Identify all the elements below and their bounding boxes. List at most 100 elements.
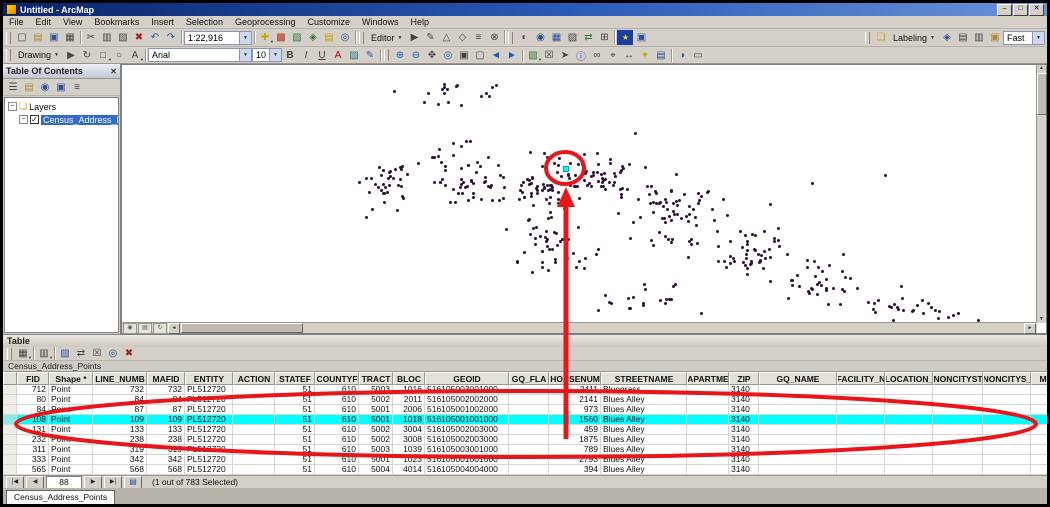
table-row[interactable]: 565Point568568PL512720516105004401451610…: [3, 465, 1047, 475]
cell[interactable]: 2793: [549, 455, 601, 465]
cell[interactable]: Point: [49, 425, 93, 435]
model-builder-icon[interactable]: ◈: [305, 30, 321, 45]
table-tab-census-address-points[interactable]: Census_Address_Points: [6, 490, 115, 505]
cell[interactable]: [885, 385, 933, 395]
table-row[interactable]: 232Point238238PL512720516105002300851610…: [3, 435, 1047, 445]
go-to-xy-icon[interactable]: ⌖: [605, 48, 621, 63]
circle-tool-icon[interactable]: ○: [111, 48, 127, 63]
menu-geoprocessing[interactable]: Geoprocessing: [229, 17, 302, 27]
list-by-selection-icon[interactable]: ▣: [53, 80, 69, 95]
cell[interactable]: [687, 435, 729, 445]
cell[interactable]: 238: [93, 435, 147, 445]
georeferencing-icon[interactable]: ⊞: [596, 30, 612, 45]
cell[interactable]: 610: [315, 425, 359, 435]
row-selector[interactable]: [3, 405, 17, 415]
last-record-button[interactable]: ▶|: [104, 476, 122, 489]
cell[interactable]: [759, 415, 837, 425]
cell[interactable]: 3140: [729, 425, 759, 435]
collapse-icon[interactable]: −: [8, 102, 17, 111]
cell[interactable]: [509, 415, 549, 425]
time-slider-icon[interactable]: ◑: [674, 48, 690, 63]
map-area[interactable]: ▲ ▼ ◉▤↻ ◄ ►: [121, 64, 1047, 334]
cell[interactable]: [837, 385, 885, 395]
cell[interactable]: 1016: [393, 385, 425, 395]
cell[interactable]: [885, 435, 933, 445]
cell[interactable]: 108: [17, 415, 49, 425]
cell[interactable]: Point: [49, 385, 93, 395]
cell[interactable]: Point: [49, 445, 93, 455]
cell[interactable]: 1875: [549, 435, 601, 445]
cell[interactable]: 3140: [729, 435, 759, 445]
viewer-window-icon[interactable]: ▭: [690, 48, 706, 63]
cell[interactable]: PL512720: [185, 395, 233, 405]
row-selector[interactable]: [3, 395, 17, 405]
column-header-facility-n[interactable]: FACILITY_N: [837, 372, 885, 385]
cell[interactable]: [983, 435, 1031, 445]
cell[interactable]: 51: [275, 465, 315, 475]
cell[interactable]: 516105003001000: [425, 445, 509, 455]
census-tool-icon[interactable]: ★: [617, 30, 633, 45]
cell[interactable]: 84: [17, 405, 49, 415]
open-map-icon[interactable]: ▤: [30, 30, 46, 45]
cell[interactable]: 1560: [549, 415, 601, 425]
cell[interactable]: [885, 425, 933, 435]
cell[interactable]: [983, 455, 1031, 465]
cell[interactable]: 516105001001000: [425, 455, 509, 465]
html-popup-icon[interactable]: ▤: [653, 48, 669, 63]
add-data-icon[interactable]: ✚▼: [257, 30, 273, 45]
column-header-shape-[interactable]: Shape *: [49, 372, 93, 385]
cell[interactable]: [933, 385, 983, 395]
layer-visibility-checkbox[interactable]: ✓: [30, 115, 39, 124]
cell[interactable]: [509, 455, 549, 465]
cell[interactable]: 51: [275, 445, 315, 455]
cell[interactable]: [837, 465, 885, 475]
cell[interactable]: PL512720: [185, 465, 233, 475]
cell[interactable]: [233, 435, 275, 445]
cell[interactable]: 232: [17, 435, 49, 445]
italic-button[interactable]: I: [298, 48, 314, 63]
cell[interactable]: [837, 435, 885, 445]
select-features-icon[interactable]: ▧▼: [525, 48, 541, 63]
toolbar-grip[interactable]: [6, 49, 11, 61]
pan-icon[interactable]: ✥: [424, 48, 440, 63]
cell[interactable]: [1031, 385, 1047, 395]
column-header-noncityst[interactable]: NONCITYST: [933, 372, 983, 385]
map-horizontal-scrollbar[interactable]: ◉▤↻ ◄ ►: [122, 322, 1037, 333]
menu-bookmarks[interactable]: Bookmarks: [88, 17, 145, 27]
cell[interactable]: 610: [315, 415, 359, 425]
cell[interactable]: [837, 445, 885, 455]
cell[interactable]: 51: [275, 435, 315, 445]
cell[interactable]: [687, 405, 729, 415]
cell[interactable]: 516105002003000: [425, 435, 509, 445]
cell[interactable]: [885, 445, 933, 455]
cell[interactable]: 131: [17, 425, 49, 435]
list-by-source-icon[interactable]: ▤: [21, 80, 37, 95]
cell[interactable]: 51: [275, 395, 315, 405]
horizontal-scroll-thumb[interactable]: [181, 323, 303, 333]
zoom-to-selected-icon[interactable]: ◎: [105, 346, 121, 361]
cell[interactable]: [233, 445, 275, 455]
cell[interactable]: [509, 425, 549, 435]
cell[interactable]: [933, 405, 983, 415]
attributes-window-icon[interactable]: ≡: [470, 30, 486, 45]
cell[interactable]: [233, 395, 275, 405]
cell[interactable]: [509, 465, 549, 475]
toc-options-icon[interactable]: ≡: [69, 80, 85, 95]
row-selector[interactable]: [3, 425, 17, 435]
cell[interactable]: Blues Alley: [601, 405, 687, 415]
cell[interactable]: 5001: [359, 405, 393, 415]
cut-icon[interactable]: ✂: [83, 30, 99, 45]
drawing-menu[interactable]: Drawing▼: [14, 48, 63, 63]
cell[interactable]: [687, 455, 729, 465]
save-map-icon[interactable]: ▣: [46, 30, 62, 45]
cell[interactable]: [233, 385, 275, 395]
select-graphics-icon[interactable]: ▶: [63, 48, 79, 63]
cell[interactable]: PL512720: [185, 385, 233, 395]
cell[interactable]: 3140: [729, 405, 759, 415]
vertical-scroll-thumb[interactable]: [1037, 73, 1047, 115]
cell[interactable]: 238: [147, 435, 185, 445]
cell[interactable]: 3004: [393, 425, 425, 435]
scroll-up-icon[interactable]: ▲: [1039, 65, 1044, 71]
column-header-geoid[interactable]: GEOID: [425, 372, 509, 385]
column-header-m[interactable]: M: [1031, 372, 1047, 385]
